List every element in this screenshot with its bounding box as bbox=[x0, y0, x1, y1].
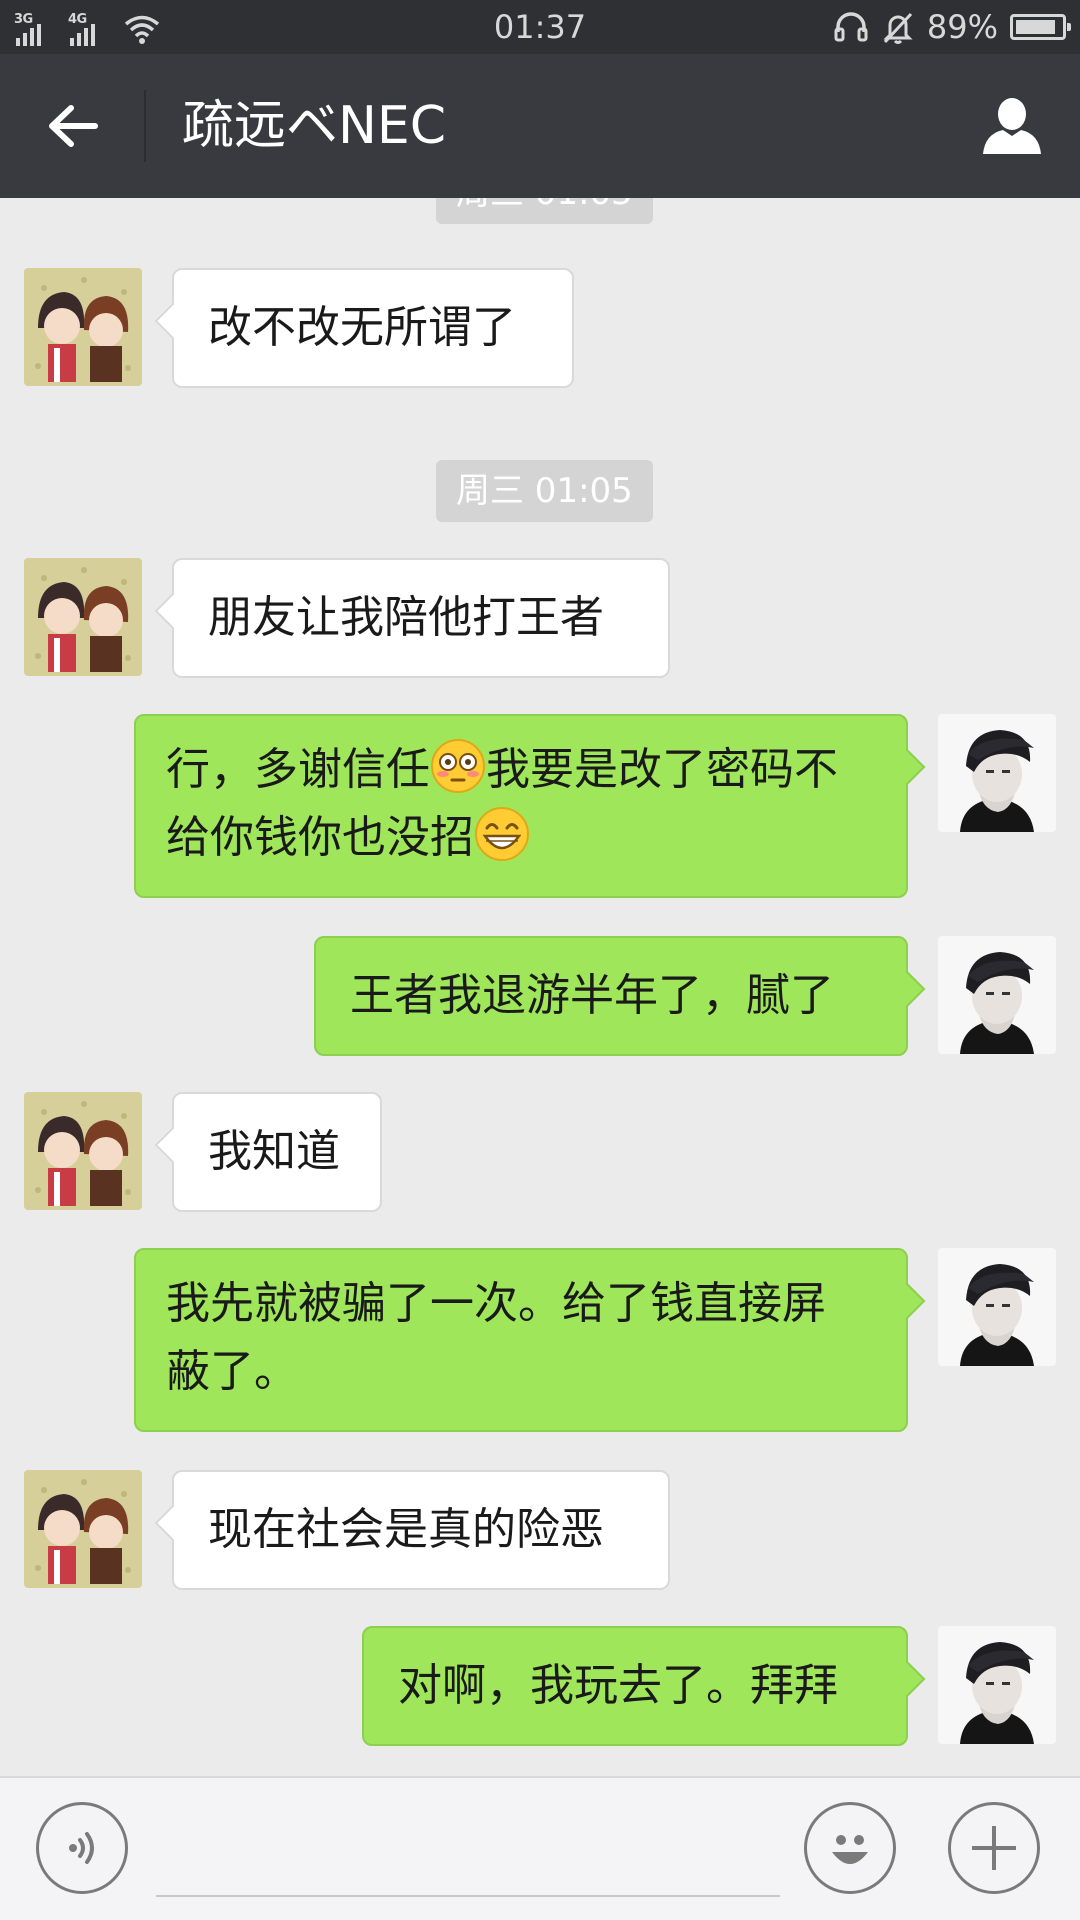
message-text: 现在社会是真的险恶 bbox=[208, 1504, 604, 1555]
person-icon bbox=[983, 98, 1041, 154]
contact-avatar[interactable] bbox=[24, 268, 142, 386]
message-bubble-incoming[interactable]: 朋友让我陪他打王者 bbox=[172, 558, 670, 678]
status-bar: 3G 4G 01:37 89% bbox=[0, 0, 1080, 54]
message-bubble-outgoing[interactable]: 王者我退游半年了，腻了 bbox=[314, 936, 908, 1056]
arrow-left-icon bbox=[49, 105, 98, 147]
my-avatar[interactable] bbox=[938, 936, 1056, 1054]
message-input[interactable] bbox=[156, 1818, 784, 1892]
chat-title: 疏远ベNEC bbox=[182, 96, 447, 156]
message-text: 给你钱你也没招 bbox=[166, 812, 474, 863]
message-bubble-outgoing[interactable]: 对啊，我玩去了。拜拜 bbox=[362, 1626, 908, 1746]
message-text: 朋友让我陪他打王者 bbox=[208, 592, 604, 643]
header-divider bbox=[144, 90, 146, 162]
flushed-face-emoji bbox=[431, 739, 485, 793]
voice-icon bbox=[69, 1832, 94, 1864]
headset-icon bbox=[834, 12, 868, 42]
plus-icon bbox=[972, 1826, 1016, 1870]
battery-icon bbox=[1010, 14, 1071, 40]
message-line: 给你钱你也没招 bbox=[166, 804, 876, 872]
smiley-icon bbox=[832, 1835, 868, 1864]
chat-area[interactable]: 周三 01:05 改不改无所谓了 周三 01:05 bbox=[0, 198, 1080, 1776]
mute-bell-icon bbox=[883, 12, 913, 44]
battery-percent: 89% bbox=[926, 8, 998, 46]
message-text: 我要是改了密码不 bbox=[486, 744, 838, 795]
voice-button[interactable] bbox=[36, 1802, 128, 1894]
timestamp: 周三 01:05 bbox=[436, 198, 653, 224]
my-avatar[interactable] bbox=[938, 714, 1056, 832]
chat-header: 疏远ベNEC bbox=[0, 54, 1080, 198]
message-bubble-incoming[interactable]: 我知道 bbox=[172, 1092, 382, 1212]
message-text: 对啊，我玩去了。拜拜 bbox=[398, 1660, 838, 1711]
message-line: 蔽了。 bbox=[166, 1346, 298, 1397]
message-line: 行，多谢信任 我要是改了密码不 bbox=[166, 736, 876, 804]
my-avatar[interactable] bbox=[938, 1626, 1056, 1744]
input-underline bbox=[156, 1895, 780, 1897]
grinning-face-emoji bbox=[475, 807, 529, 861]
contact-avatar[interactable] bbox=[24, 558, 142, 676]
profile-button[interactable] bbox=[974, 90, 1050, 162]
message-bubble-outgoing[interactable]: 我先就被骗了一次。给了钱直接屏 蔽了。 bbox=[134, 1248, 908, 1432]
more-button[interactable] bbox=[948, 1802, 1040, 1894]
message-text: 王者我退游半年了，腻了 bbox=[350, 970, 834, 1021]
timestamp: 周三 01:05 bbox=[436, 460, 653, 522]
message-text: 我知道 bbox=[208, 1126, 340, 1177]
message-text: 改不改无所谓了 bbox=[208, 302, 516, 353]
emoji-button[interactable] bbox=[804, 1802, 896, 1894]
message-line: 我先就被骗了一次。给了钱直接屏 bbox=[166, 1278, 826, 1329]
message-text: 行，多谢信任 bbox=[166, 744, 430, 795]
status-right: 89% bbox=[833, 6, 1071, 48]
contact-avatar[interactable] bbox=[24, 1092, 142, 1210]
input-bar bbox=[0, 1776, 1080, 1920]
message-bubble-incoming[interactable]: 改不改无所谓了 bbox=[172, 268, 574, 388]
message-bubble-outgoing[interactable]: 行，多谢信任 我要是改了密码不 给你钱你也没招 bbox=[134, 714, 908, 898]
my-avatar[interactable] bbox=[938, 1248, 1056, 1366]
message-bubble-incoming[interactable]: 现在社会是真的险恶 bbox=[172, 1470, 670, 1590]
back-button[interactable] bbox=[30, 92, 116, 160]
contact-avatar[interactable] bbox=[24, 1470, 142, 1588]
